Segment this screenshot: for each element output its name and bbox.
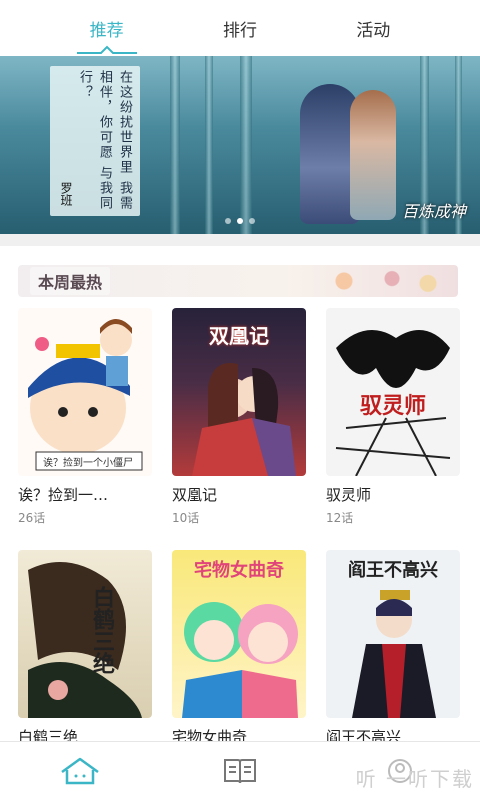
comic-card[interactable]: 宅物女曲奇 宅物女曲奇 <box>172 550 306 751</box>
cover-caption: 诶？捡到一个小僵尸 <box>43 458 133 469</box>
section-header-decoration <box>320 269 440 293</box>
comic-chapter-count: 10话 <box>172 511 200 525</box>
tab-events-label: 活动 <box>356 20 391 41</box>
banner-character-female <box>350 90 396 220</box>
banner-signature: 罗班 <box>59 182 73 206</box>
comic-title: 诶？捡到一… <box>18 486 109 504</box>
section-divider <box>0 234 480 246</box>
nav-home[interactable] <box>50 751 110 791</box>
tab-active-indicator <box>76 45 137 55</box>
tab-ranking[interactable]: 排行 <box>213 10 267 47</box>
comic-card[interactable]: 驭灵师 驭灵师 12话 <box>326 308 460 526</box>
comic-chapter-count: 26话 <box>18 511 46 525</box>
comic-cover[interactable]: 阎王不高兴 <box>326 550 460 718</box>
tab-ranking-label: 排行 <box>222 20 257 41</box>
comic-card[interactable]: 诶？捡到一个小僵尸 诶？捡到一… 26话 <box>18 308 152 526</box>
banner-dot[interactable] <box>249 218 255 224</box>
tab-recommend[interactable]: 推荐 <box>76 10 137 54</box>
nav-bookshelf[interactable] <box>210 751 270 791</box>
banner-decoration <box>205 56 213 234</box>
cover-title: 驭灵师 <box>359 393 426 419</box>
comic-cover[interactable]: 诶？捡到一个小僵尸 <box>18 308 152 476</box>
top-tab-bar: 推荐 排行 活动 <box>0 0 480 56</box>
comic-card[interactable]: 双凰记 双凰记 10话 <box>172 308 306 526</box>
comic-cover[interactable]: 宅物女曲奇 <box>172 550 306 718</box>
weekly-hot-header: 本周最热 <box>18 265 458 297</box>
book-icon <box>224 759 256 784</box>
comic-cover[interactable]: 驭灵师 <box>326 308 460 476</box>
comic-card[interactable]: 白鹤三绝 白鹤三绝 <box>18 550 152 751</box>
comic-title: 双凰记 <box>172 486 218 504</box>
tab-events[interactable]: 活动 <box>346 10 400 47</box>
comic-cover[interactable]: 白鹤三绝 <box>18 550 152 718</box>
cover-title: 白鹤三绝 <box>89 586 115 674</box>
comic-title: 驭灵师 <box>326 486 372 504</box>
comic-cover[interactable]: 双凰记 <box>172 308 306 476</box>
comic-chapter-count: 12话 <box>326 511 354 525</box>
banner-decoration <box>240 56 252 234</box>
home-icon <box>61 757 99 785</box>
comic-card[interactable]: 阎王不高兴 阎王不高兴 <box>326 550 460 751</box>
watermark: 听 一听下载 <box>355 767 474 791</box>
banner-dot[interactable] <box>225 218 231 224</box>
banner-carousel[interactable]: 在这纷扰世界里 我需相伴，你可愿 与我同行？ 罗班 百炼成神 <box>0 56 480 234</box>
banner-dot-active[interactable] <box>237 218 243 224</box>
banner-page-dots <box>0 218 480 224</box>
tab-recommend-label: 推荐 <box>89 20 124 41</box>
banner-decoration <box>170 56 180 234</box>
section-title: 本周最热 <box>30 267 111 295</box>
